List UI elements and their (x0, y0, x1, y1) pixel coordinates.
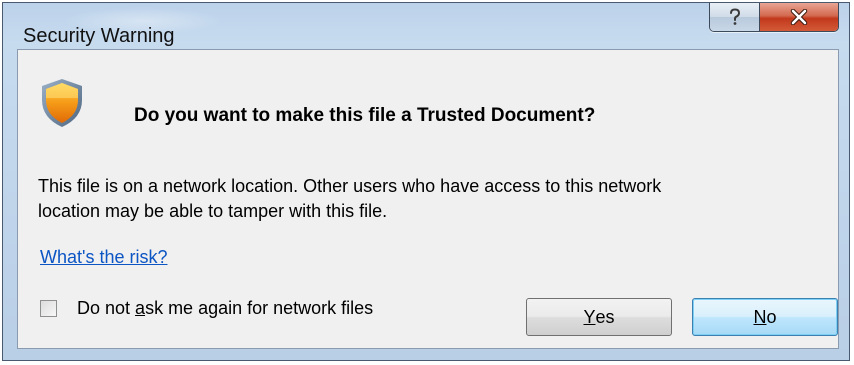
whats-the-risk-link[interactable]: What's the risk? (40, 247, 167, 268)
caption-buttons (709, 3, 839, 32)
message-line-2: location may be able to tamper with this… (38, 201, 388, 221)
window-title: Security Warning (23, 25, 175, 47)
close-button[interactable] (760, 3, 838, 31)
question-mark-icon (729, 8, 740, 25)
yes-button[interactable]: Yes (526, 298, 672, 336)
dont-ask-again-label[interactable]: Do not ask me again for network files (77, 298, 373, 319)
message-line-1: This file is on a network location. Othe… (38, 176, 662, 196)
dialog-message: This file is on a network location. Othe… (38, 174, 818, 224)
no-button[interactable]: No (692, 298, 838, 336)
security-shield-icon (42, 79, 82, 127)
dont-ask-again-option[interactable]: Do not ask me again for network files (40, 298, 373, 319)
security-warning-window: Security Warning Do you want to make thi… (2, 2, 850, 361)
help-button[interactable] (710, 3, 760, 31)
close-x-icon (790, 9, 808, 25)
dialog-heading: Do you want to make this file a Trusted … (134, 105, 596, 126)
dialog-body: Do you want to make this file a Trusted … (17, 49, 839, 349)
dont-ask-again-checkbox[interactable] (40, 300, 57, 317)
